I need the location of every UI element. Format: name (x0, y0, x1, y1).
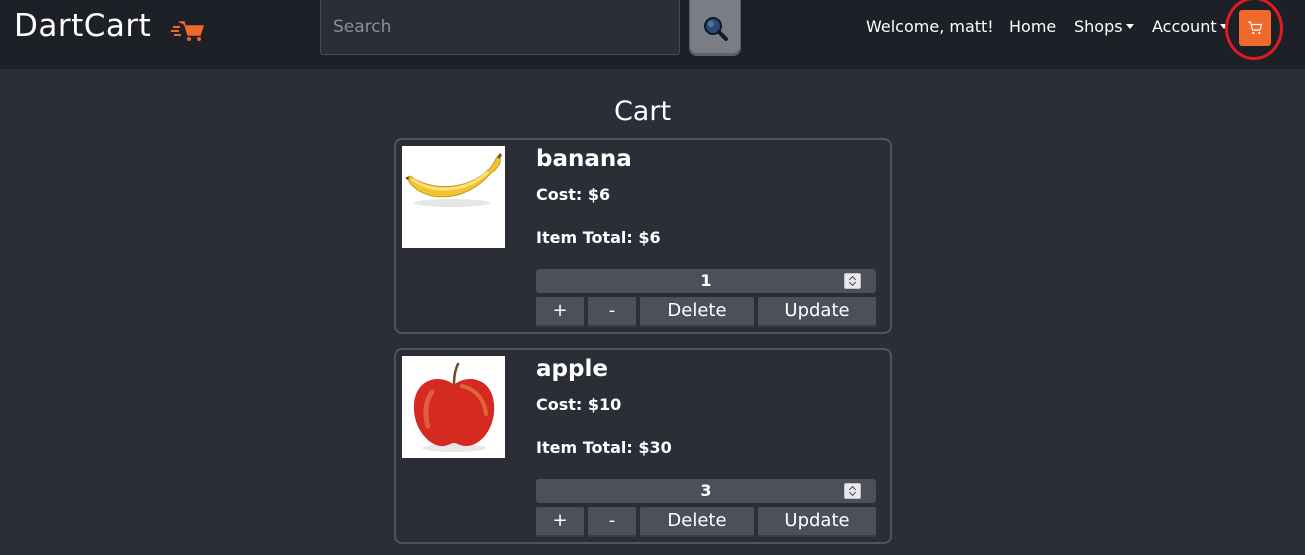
cart-item: apple Cost: $10 Item Total: $30 3 + - De… (394, 348, 892, 544)
quantity-value: 3 (700, 481, 712, 500)
item-cost: Cost: $10 (536, 395, 622, 414)
quantity-spinner-icon[interactable] (844, 483, 861, 499)
increment-button[interactable]: + (536, 297, 584, 327)
brand-title[interactable]: DartCart (14, 8, 151, 44)
increment-button[interactable]: + (536, 507, 584, 537)
search-input[interactable] (320, 0, 680, 55)
chevron-down-icon (1219, 24, 1228, 29)
nav-shops-dropdown[interactable]: Shops (1074, 17, 1134, 36)
nav-shops-label: Shops (1074, 17, 1123, 36)
navbar: DartCart Welcome, matt! Home Shops Accou… (0, 0, 1305, 69)
cart-icon (1248, 21, 1263, 35)
decrement-button[interactable]: - (588, 507, 636, 537)
item-name: banana (536, 146, 632, 172)
item-cost: Cost: $6 (536, 185, 611, 204)
update-button[interactable]: Update (758, 507, 876, 537)
item-total: Item Total: $30 (536, 438, 672, 457)
chevron-down-icon (1125, 24, 1134, 29)
cart-item: banana Cost: $6 Item Total: $6 1 + - Del… (394, 138, 892, 334)
delete-button[interactable]: Delete (640, 507, 754, 537)
nav-home-link[interactable]: Home (1009, 17, 1056, 36)
decrement-button[interactable]: - (588, 297, 636, 327)
cart-button[interactable] (1239, 10, 1271, 46)
nav-account-label: Account (1152, 17, 1217, 36)
quantity-input[interactable]: 3 (536, 479, 876, 503)
update-button[interactable]: Update (758, 297, 876, 327)
item-name: apple (536, 356, 608, 382)
page-title: Cart (613, 96, 672, 127)
item-total: Item Total: $6 (536, 228, 661, 247)
welcome-text: Welcome, matt! (866, 17, 994, 36)
quantity-spinner-icon[interactable] (844, 273, 861, 289)
search-button[interactable] (689, 0, 741, 56)
brand-cart-icon (171, 21, 205, 41)
delete-button[interactable]: Delete (640, 297, 754, 327)
apple-image (402, 356, 505, 458)
quantity-value: 1 (700, 271, 712, 290)
nav-account-dropdown[interactable]: Account (1152, 17, 1228, 36)
search-icon (704, 16, 728, 41)
banana-image (402, 146, 505, 248)
quantity-input[interactable]: 1 (536, 269, 876, 293)
